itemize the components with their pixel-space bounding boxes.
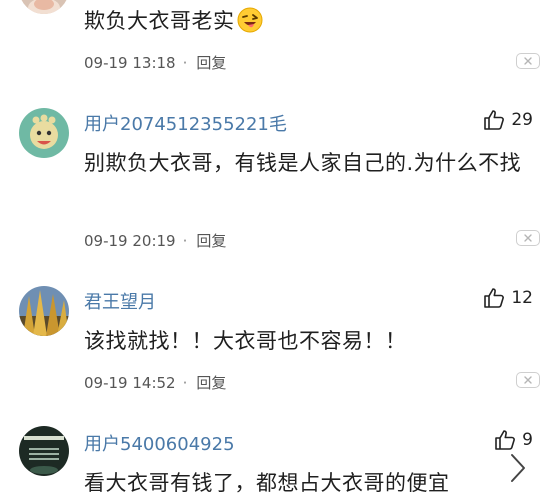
avatar[interactable] [19, 108, 69, 158]
comment-meta: 09-19 13:18 · 回复 [84, 52, 226, 73]
avatar[interactable] [19, 286, 69, 336]
reply-button[interactable]: 回复 [196, 374, 226, 392]
avatar[interactable] [19, 426, 69, 476]
close-icon [524, 234, 532, 242]
reply-button[interactable]: 回复 [196, 54, 226, 72]
reply-button[interactable]: 回复 [196, 232, 226, 250]
comment-item: 君王望月 12 该找就找！！大衣哥也不容易！！ 09-19 14:52 · 回复 [0, 280, 547, 410]
close-button[interactable] [516, 230, 540, 246]
wink-emoji-icon [237, 7, 263, 45]
comment-time: 09-19 20:19 [84, 232, 176, 250]
username[interactable]: 用户5400604925 [84, 430, 235, 456]
like-button[interactable]: 12 [482, 286, 533, 310]
thumbs-up-icon [484, 288, 505, 308]
separator-dot: · [182, 374, 188, 392]
comment-text: 别欺负大衣哥，有钱是人家自己的.为什么不找 [84, 151, 522, 175]
comment-text: 看大衣哥有钱了，都想占大衣哥的便宜 [84, 471, 450, 495]
comment-time: 09-19 14:52 [84, 374, 176, 392]
like-button[interactable]: 9 [493, 428, 533, 452]
close-icon [524, 376, 532, 384]
next-button[interactable] [507, 452, 529, 488]
separator-dot: · [182, 54, 188, 72]
chevron-right-icon [511, 454, 525, 482]
close-icon [524, 57, 532, 65]
username[interactable]: 用户2074512355221毛 [84, 110, 287, 136]
comment-meta: 09-19 14:52 · 回复 [84, 372, 226, 393]
comment-time: 09-19 13:18 [84, 54, 176, 72]
like-count: 29 [511, 110, 533, 130]
thumbs-up-icon [484, 110, 505, 130]
comment-meta: 09-19 20:19 · 回复 [84, 230, 226, 251]
username[interactable]: 君王望月 [84, 288, 156, 314]
comment-text: 欺负大衣哥老实 [84, 2, 534, 45]
avatar[interactable] [19, 0, 69, 14]
comment-text: 该找就找！！大衣哥也不容易！！ [84, 329, 407, 353]
comment-item: 用户2074512355221毛 29 别欺负大衣哥，有钱是人家自己的.为什么不… [0, 100, 547, 270]
comment-item: 用户5400604925 9 看大衣哥有钱了，都想占大衣哥的便宜 [0, 420, 547, 504]
like-count: 9 [522, 430, 533, 450]
like-button[interactable]: 29 [482, 108, 533, 132]
thumbs-up-icon [495, 430, 516, 450]
close-button[interactable] [516, 53, 540, 69]
separator-dot: · [182, 232, 188, 250]
comment-item: 欺负大衣哥老实 09-19 13:18 · 回复 [0, 0, 547, 90]
close-button[interactable] [516, 372, 540, 388]
like-count: 12 [511, 288, 533, 308]
